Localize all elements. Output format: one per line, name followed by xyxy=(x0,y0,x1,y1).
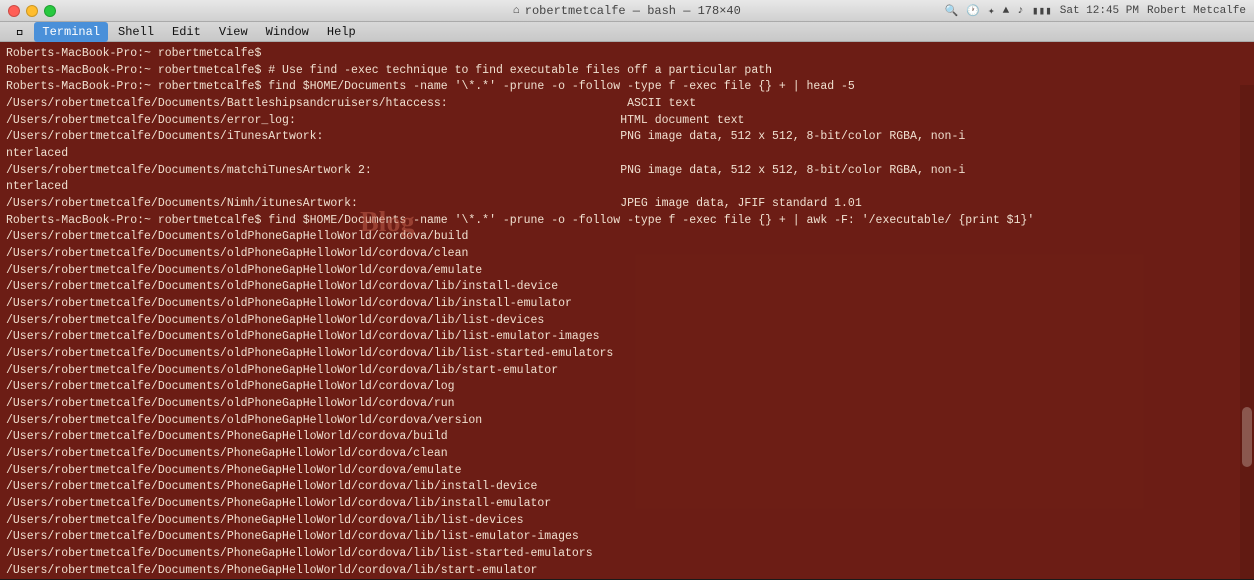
titlebar: ⌂ robertmetcalfe — bash — 178×40 🔍 🕐 ✦ ▲… xyxy=(0,0,1254,22)
terminal-line: Roberts-MacBook-Pro:~ robertmetcalfe$ fi… xyxy=(6,213,1248,230)
home-icon: ⌂ xyxy=(513,5,520,17)
terminal-line: /Users/robertmetcalfe/Documents/Battlesh… xyxy=(6,96,1248,113)
titlebar-left xyxy=(8,5,56,17)
terminal-line: Roberts-MacBook-Pro:~ robertmetcalfe$ # … xyxy=(6,63,1248,80)
terminal-line: /Users/robertmetcalfe/Documents/PhoneGap… xyxy=(6,529,1248,546)
search-icon[interactable]: 🔍 xyxy=(945,4,959,18)
terminal-line: /Users/robertmetcalfe/Documents/oldPhone… xyxy=(6,279,1248,296)
battery-icon: ▮▮▮ xyxy=(1032,4,1052,18)
wifi-icon: ▲ xyxy=(1003,5,1010,17)
terminal-line: /Users/robertmetcalfe/Documents/oldPhone… xyxy=(6,263,1248,280)
terminal-line: /Users/robertmetcalfe/Documents/oldPhone… xyxy=(6,396,1248,413)
scrollbar[interactable] xyxy=(1240,85,1254,579)
terminal-line: /Users/robertmetcalfe/Documents/PhoneGap… xyxy=(6,429,1248,446)
terminal-line: Roberts-MacBook-Pro:~ robertmetcalfe$ xyxy=(6,46,1248,63)
terminal-line: nterlaced xyxy=(6,179,1248,196)
terminal-line: /Users/robertmetcalfe/Documents/oldPhone… xyxy=(6,379,1248,396)
terminal-line: /Users/robertmetcalfe/Documents/PhoneGap… xyxy=(6,513,1248,530)
terminal-line: /Users/robertmetcalfe/Documents/oldPhone… xyxy=(6,296,1248,313)
apple-menu[interactable]:  xyxy=(8,24,32,40)
terminal-line: /Users/robertmetcalfe/Documents/matchiTu… xyxy=(6,163,1248,180)
maximize-button[interactable] xyxy=(44,5,56,17)
minimize-button[interactable] xyxy=(26,5,38,17)
terminal-line: /Users/robertmetcalfe/Documents/oldPhone… xyxy=(6,413,1248,430)
username: Robert Metcalfe xyxy=(1147,5,1246,17)
terminal-line: /Users/robertmetcalfe/Documents/PhoneGap… xyxy=(6,496,1248,513)
terminal-line: /Users/robertmetcalfe/Documents/PhoneGap… xyxy=(6,463,1248,480)
traffic-lights xyxy=(8,5,56,17)
terminal-line: /Users/robertmetcalfe/Documents/PhoneGap… xyxy=(6,446,1248,463)
volume-icon: ♪ xyxy=(1017,5,1024,17)
titlebar-right: 🔍 🕐 ✦ ▲ ♪ ▮▮▮ Sat 12:45 PM Robert Metcal… xyxy=(945,4,1246,18)
terminal-line: /Users/robertmetcalfe/Documents/Nimh/itu… xyxy=(6,196,1248,213)
terminal-line: /Users/robertmetcalfe/Documents/iTunesAr… xyxy=(6,129,1248,146)
terminal-line: Roberts-MacBook-Pro:~ robertmetcalfe$ fi… xyxy=(6,79,1248,96)
terminal-content[interactable]: Roberts-MacBook-Pro:~ robertmetcalfe$Rob… xyxy=(0,42,1254,579)
terminal-line: /Users/robertmetcalfe/Documents/oldPhone… xyxy=(6,229,1248,246)
menu-shell[interactable]: Shell xyxy=(110,22,162,42)
window-title: ⌂ robertmetcalfe — bash — 178×40 xyxy=(513,4,741,18)
menu-view[interactable]: View xyxy=(211,22,256,42)
menu-edit[interactable]: Edit xyxy=(164,22,209,42)
menubar:  Terminal Shell Edit View Window Help xyxy=(0,22,1254,42)
menu-help[interactable]: Help xyxy=(319,22,364,42)
scrollbar-thumb[interactable] xyxy=(1242,407,1252,467)
terminal-line: /Users/robertmetcalfe/Documents/oldPhone… xyxy=(6,313,1248,330)
menu-window[interactable]: Window xyxy=(258,22,317,42)
datetime: Sat 12:45 PM xyxy=(1060,5,1139,17)
clock-icon: 🕐 xyxy=(966,4,980,18)
terminal-line: /Users/robertmetcalfe/Documents/PhoneGap… xyxy=(6,479,1248,496)
terminal-line: /Users/robertmetcalfe/Documents/oldPhone… xyxy=(6,246,1248,263)
terminal-wrapper: Roberts-MacBook-Pro:~ robertmetcalfe$Rob… xyxy=(0,42,1254,579)
terminal-line: /Users/robertmetcalfe/Documents/PhoneGap… xyxy=(6,563,1248,579)
terminal-line: /Users/robertmetcalfe/Documents/error_lo… xyxy=(6,113,1248,130)
terminal-line: nterlaced xyxy=(6,146,1248,163)
close-button[interactable] xyxy=(8,5,20,17)
menu-terminal[interactable]: Terminal xyxy=(34,22,108,42)
terminal-line: /Users/robertmetcalfe/Documents/oldPhone… xyxy=(6,363,1248,380)
bluetooth-icon: ✦ xyxy=(988,4,995,18)
terminal-line: /Users/robertmetcalfe/Documents/oldPhone… xyxy=(6,346,1248,363)
terminal-line: /Users/robertmetcalfe/Documents/oldPhone… xyxy=(6,329,1248,346)
terminal-line: /Users/robertmetcalfe/Documents/PhoneGap… xyxy=(6,546,1248,563)
